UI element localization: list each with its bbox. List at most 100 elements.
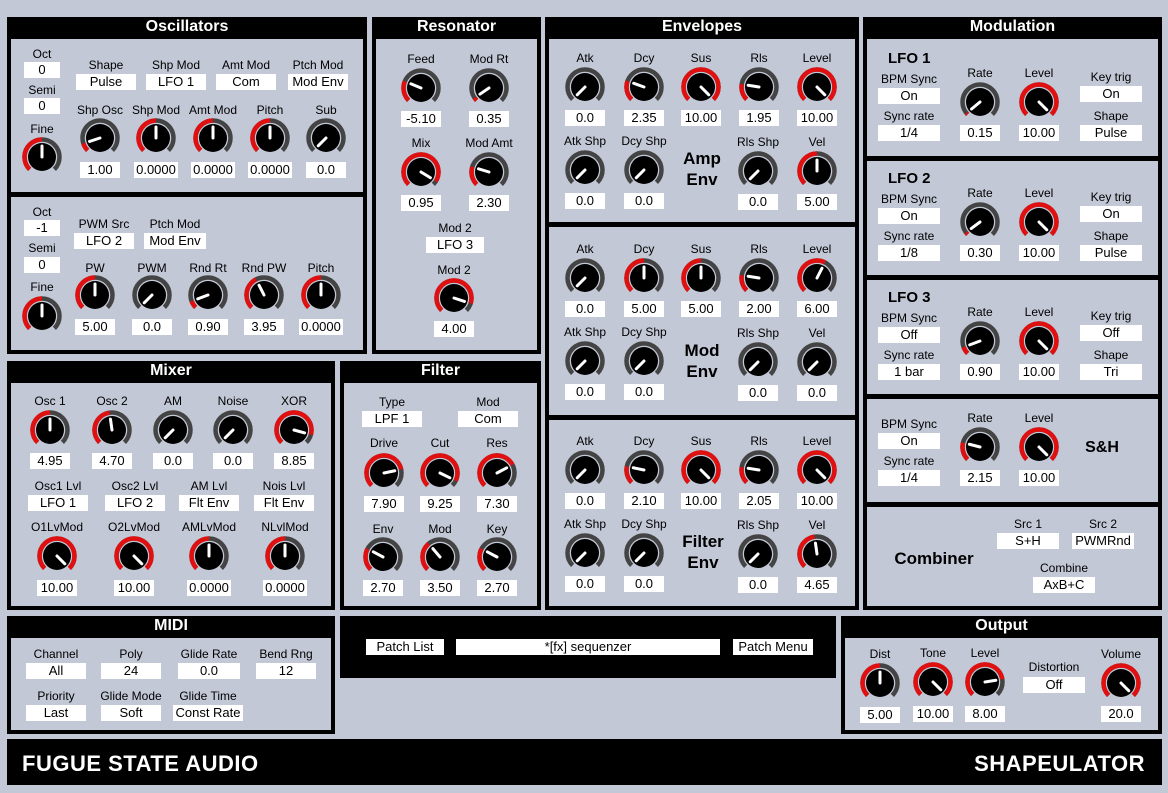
patch-list-button[interactable]: Patch List (366, 639, 444, 655)
osc1-amtmod-knob[interactable] (191, 116, 235, 160)
lfo3-sync-select[interactable]: 1 bar (878, 364, 940, 380)
filt-rls-knob[interactable] (737, 448, 781, 492)
mod-atk-knob[interactable] (563, 256, 607, 300)
midi-poly-select[interactable]: 24 (101, 663, 161, 679)
mod-dcy-knob[interactable] (622, 256, 666, 300)
mix-osc2lvl-select[interactable]: LFO 2 (105, 495, 165, 511)
mod-dcyshp-knob[interactable] (622, 339, 666, 383)
lfo1-shape-select[interactable]: Pulse (1080, 125, 1142, 141)
osc2-semi-field[interactable]: 0 (24, 257, 60, 273)
filter-drive-knob[interactable] (362, 451, 406, 495)
lfo2-sync-select[interactable]: 1/8 (878, 245, 940, 261)
osc1-shape-select[interactable]: Pulse (76, 74, 136, 90)
lfo2-keytrig-select[interactable]: On (1080, 206, 1142, 222)
osc1-shpmod-select[interactable]: LFO 1 (146, 74, 206, 90)
sh-rate-knob[interactable] (958, 425, 1002, 469)
lfo3-rate-knob[interactable] (958, 319, 1002, 363)
mix-noise-knob[interactable] (211, 408, 255, 452)
patch-menu-button[interactable]: Patch Menu (733, 639, 813, 655)
mix-o1lvmod-knob[interactable] (35, 534, 79, 578)
osc2-rndrt-knob[interactable] (186, 273, 230, 317)
osc2-pwm-knob[interactable] (130, 273, 174, 317)
osc1-ptchmod-select[interactable]: Mod Env (288, 74, 348, 90)
lfo1-rate-knob[interactable] (958, 80, 1002, 124)
sh-bpm-select[interactable]: On (878, 433, 940, 449)
mix-o2lvmod-knob[interactable] (112, 534, 156, 578)
out-level-knob[interactable] (963, 660, 1007, 704)
amp-sus-knob[interactable] (679, 65, 723, 109)
patch-name-field[interactable]: *[fx] sequenzer (456, 639, 720, 655)
midi-gliderate-field[interactable]: 0.0 (178, 663, 240, 679)
res-mod2-knob[interactable] (432, 276, 476, 320)
lfo2-level-knob[interactable] (1017, 200, 1061, 244)
filter-mod-select[interactable]: Com (458, 411, 518, 427)
mix-osc1lvl-select[interactable]: LFO 1 (28, 495, 88, 511)
mod-level-knob[interactable] (795, 256, 839, 300)
res-mod2-select[interactable]: LFO 3 (426, 237, 484, 253)
amp-dcyshp-knob[interactable] (622, 148, 666, 192)
osc2-rndpw-knob[interactable] (242, 273, 286, 317)
out-volume-knob[interactable] (1099, 661, 1143, 705)
lfo3-bpm-select[interactable]: Off (878, 327, 940, 343)
mix-noislvl-select[interactable]: Flt Env (254, 495, 314, 511)
filt-dcyshp-knob[interactable] (622, 531, 666, 575)
osc1-semi-field[interactable]: 0 (24, 98, 60, 114)
midi-priority-select[interactable]: Last (26, 705, 86, 721)
mod-rls-knob[interactable] (737, 256, 781, 300)
filter-env-knob[interactable] (361, 535, 405, 579)
out-distortion-select[interactable]: Off (1023, 677, 1085, 693)
filt-sus-knob[interactable] (679, 448, 723, 492)
lfo1-bpm-select[interactable]: On (878, 88, 940, 104)
filter-res-knob[interactable] (475, 451, 519, 495)
sh-sync-select[interactable]: 1/4 (878, 470, 940, 486)
filt-atk-knob[interactable] (563, 448, 607, 492)
midi-channel-select[interactable]: All (26, 663, 86, 679)
filt-rlsshp-knob[interactable] (736, 532, 780, 576)
amp-vel-knob[interactable] (795, 149, 839, 193)
osc2-oct-field[interactable]: -1 (24, 220, 60, 236)
mod-vel-knob[interactable] (795, 340, 839, 384)
filt-atkshp-knob[interactable] (563, 531, 607, 575)
combiner-combine-select[interactable]: AxB+C (1033, 577, 1095, 593)
lfo2-bpm-select[interactable]: On (878, 208, 940, 224)
lfo1-sync-select[interactable]: 1/4 (878, 125, 940, 141)
filt-level-knob[interactable] (795, 448, 839, 492)
mod-sus-knob[interactable] (679, 256, 723, 300)
amp-rls-knob[interactable] (737, 65, 781, 109)
combiner-src1-select[interactable]: S+H (997, 533, 1059, 549)
filter-key-knob[interactable] (475, 535, 519, 579)
osc1-shposc-knob[interactable] (78, 116, 122, 160)
midi-glidemode-select[interactable]: Soft (101, 705, 161, 721)
osc2-ptchmod-select[interactable]: Mod Env (144, 233, 206, 249)
mix-am-knob[interactable] (151, 408, 195, 452)
res-modamt-knob[interactable] (467, 150, 511, 194)
out-dist-knob[interactable] (858, 661, 902, 705)
midi-bendrng-select[interactable]: 12 (256, 663, 316, 679)
osc2-pwmsrc-select[interactable]: LFO 2 (74, 233, 134, 249)
mod-atkshp-knob[interactable] (563, 339, 607, 383)
filter-cut-knob[interactable] (418, 451, 462, 495)
amp-rlsshp-knob[interactable] (736, 149, 780, 193)
amp-dcy-knob[interactable] (622, 65, 666, 109)
lfo3-level-knob[interactable] (1017, 319, 1061, 363)
amp-atk-knob[interactable] (563, 65, 607, 109)
lfo3-keytrig-select[interactable]: Off (1080, 325, 1142, 341)
amp-level-knob[interactable] (795, 65, 839, 109)
res-mix-knob[interactable] (399, 150, 443, 194)
filter-modamt-knob[interactable] (418, 535, 462, 579)
out-tone-knob[interactable] (911, 660, 955, 704)
mix-amlvmod-knob[interactable] (187, 534, 231, 578)
osc1-sub-knob[interactable] (304, 116, 348, 160)
osc1-pitch-knob[interactable] (248, 116, 292, 160)
filt-dcy-knob[interactable] (622, 448, 666, 492)
osc2-pitch-knob[interactable] (299, 273, 343, 317)
res-modrt-knob[interactable] (467, 66, 511, 110)
osc1-shpmod-knob[interactable] (134, 116, 178, 160)
mix-xor-knob[interactable] (272, 408, 316, 452)
osc2-fine-knob[interactable] (20, 294, 64, 338)
lfo2-shape-select[interactable]: Pulse (1080, 245, 1142, 261)
midi-glidetime-select[interactable]: Const Rate (173, 705, 243, 721)
osc1-oct-field[interactable]: 0 (24, 62, 60, 78)
mix-osc2-knob[interactable] (90, 408, 134, 452)
lfo1-keytrig-select[interactable]: On (1080, 86, 1142, 102)
